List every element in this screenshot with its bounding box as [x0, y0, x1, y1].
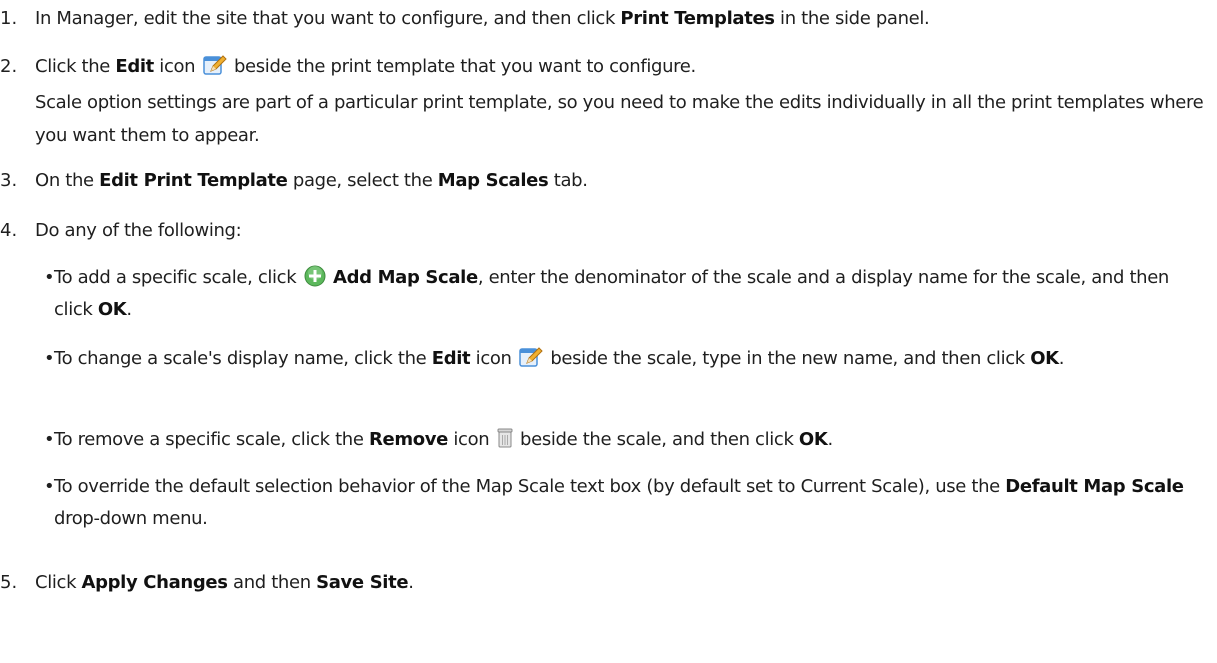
bullet-dot: • — [44, 476, 55, 497]
list-item-add-scale: • To add a specific scale, click Add Map … — [44, 262, 1204, 326]
step-text: In Manager, edit the site that you want … — [35, 8, 930, 29]
edit-pencil-icon — [519, 346, 543, 368]
step-number: 1. — [0, 8, 18, 29]
list-item-edit-scale: • To change a scale's display name, click… — [44, 343, 1204, 375]
bullet-dot: • — [44, 267, 55, 288]
trash-can-icon — [497, 427, 513, 449]
bullet-dot: • — [44, 348, 55, 369]
step-2-note: Scale option settings are part of a part… — [35, 92, 1204, 146]
add-circle-icon — [304, 265, 326, 287]
step-number: 4. — [0, 220, 18, 241]
step-number: 3. — [0, 170, 18, 191]
list-item-default-scale: • To override the default selection behav… — [44, 471, 1204, 535]
step-text: Do any of the following: — [35, 220, 242, 241]
step-number: 5. — [0, 572, 18, 593]
step-number: 2. — [0, 56, 18, 77]
step-text: On the Edit Print Template page, select … — [35, 170, 588, 191]
step-text: Click the Edit icon beside the print tem… — [35, 54, 696, 77]
edit-pencil-icon — [202, 54, 227, 76]
list-item-remove-scale: • To remove a specific scale, click the R… — [44, 424, 1204, 456]
bullet-dot: • — [44, 429, 55, 450]
step-text: Click Apply Changes and then Save Site. — [35, 572, 414, 593]
